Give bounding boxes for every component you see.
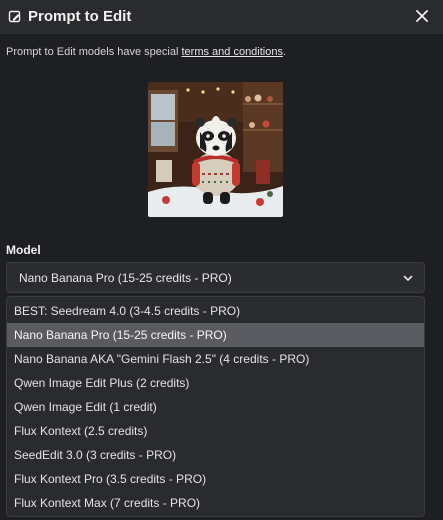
dialog-title: Prompt to Edit [28, 8, 132, 25]
chevron-down-icon [403, 275, 413, 281]
close-button[interactable] [409, 3, 435, 29]
notice-text: Prompt to Edit models have special [6, 46, 182, 58]
model-option-qwen-image-edit[interactable]: Qwen Image Edit (1 credit) [7, 395, 424, 419]
preview-image [148, 82, 283, 217]
edit-note-icon [8, 10, 22, 24]
model-label: Model [6, 243, 41, 257]
model-option-qwen-image-edit-plus[interactable]: Qwen Image Edit Plus (2 credits) [7, 371, 424, 395]
model-option-nano-banana[interactable]: Nano Banana AKA "Gemini Flash 2.5" (4 cr… [7, 347, 424, 371]
model-dropdown-list: BEST: Seedream 4.0 (3-4.5 credits - PRO)… [6, 296, 425, 517]
terms-notice: Prompt to Edit models have special terms… [6, 46, 286, 58]
prompt-to-edit-dialog: Prompt to Edit Prompt to Edit models hav… [0, 0, 443, 520]
terms-link[interactable]: terms and conditions [181, 46, 283, 58]
model-select[interactable]: Nano Banana Pro (15-25 credits - PRO) [6, 262, 425, 293]
model-option-flux-kontext[interactable]: Flux Kontext (2.5 credits) [7, 419, 424, 443]
notice-suffix: . [282, 46, 287, 58]
model-option-nano-banana-pro[interactable]: Nano Banana Pro (15-25 credits - PRO) [7, 323, 424, 347]
model-option-seedream-4[interactable]: BEST: Seedream 4.0 (3-4.5 credits - PRO) [7, 299, 424, 323]
model-option-flux-kontext-max[interactable]: Flux Kontext Max (7 credits - PRO) [7, 491, 424, 515]
model-select-value: Nano Banana Pro (15-25 credits - PRO) [19, 270, 232, 285]
dialog-header: Prompt to Edit [0, 0, 443, 34]
model-option-seededit-3[interactable]: SeedEdit 3.0 (3 credits - PRO) [7, 443, 424, 467]
model-option-flux-kontext-pro[interactable]: Flux Kontext Pro (3.5 credits - PRO) [7, 467, 424, 491]
close-icon [416, 10, 428, 22]
